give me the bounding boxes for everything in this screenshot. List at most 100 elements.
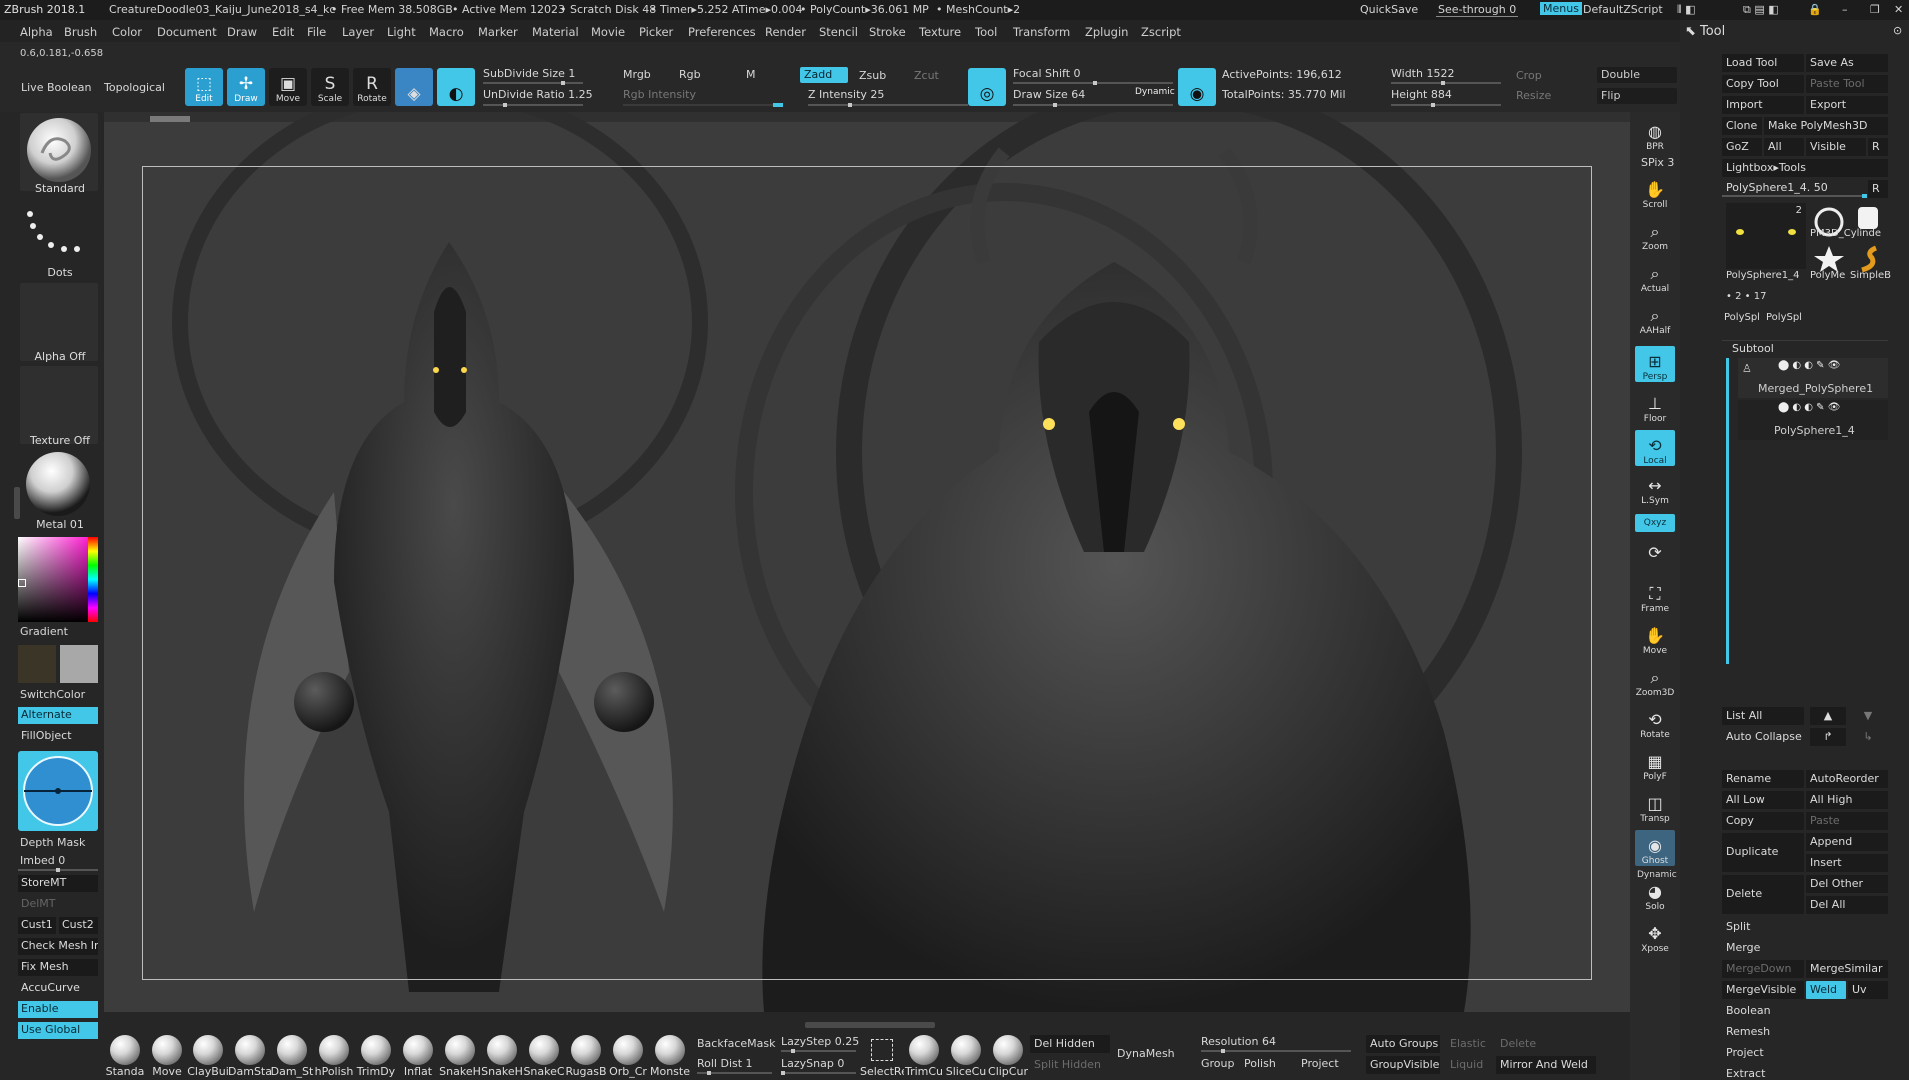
- menu-movie[interactable]: Movie: [591, 25, 625, 39]
- lightbox-button[interactable]: ◉: [1178, 68, 1216, 106]
- auto-groups-button[interactable]: Auto Groups: [1366, 1035, 1440, 1053]
- viewport-canvas[interactable]: [104, 112, 1630, 1012]
- imbed-slider[interactable]: Imbed 0: [20, 854, 65, 867]
- liquid-button[interactable]: Liquid: [1446, 1056, 1492, 1074]
- tool-trimcurve[interactable]: TrimCu: [904, 1035, 944, 1078]
- resolution-slider[interactable]: Resolution 64: [1201, 1035, 1276, 1048]
- roll-dist-slider[interactable]: Roll Dist 1: [697, 1057, 753, 1070]
- draw-size[interactable]: Draw Size 64: [1013, 88, 1085, 101]
- zadd-button[interactable]: Zadd: [800, 67, 848, 83]
- zsub-button[interactable]: Zsub: [859, 69, 886, 82]
- zoom-button[interactable]: ⌕ Zoom: [1635, 216, 1675, 252]
- color-cursor[interactable]: [18, 579, 26, 587]
- subtool-scrollbar[interactable]: [1726, 358, 1729, 664]
- move-view-button[interactable]: ✋ Move: [1635, 620, 1675, 656]
- menu-document[interactable]: Document: [157, 25, 217, 39]
- store-mt-button[interactable]: StoreMT: [18, 875, 98, 892]
- brush-thumb[interactable]: [20, 113, 98, 191]
- menu-alpha[interactable]: Alpha: [20, 25, 53, 39]
- sculptris-button[interactable]: ◈: [395, 68, 433, 106]
- topological-button[interactable]: Topological: [104, 81, 165, 94]
- delete-group-button[interactable]: Delete: [1496, 1035, 1572, 1053]
- height-slider[interactable]: [1391, 103, 1501, 107]
- project-section[interactable]: Project: [1722, 1044, 1888, 1062]
- auto-collapse-button[interactable]: Auto Collapse: [1722, 728, 1804, 746]
- clone-button[interactable]: Clone: [1722, 117, 1762, 135]
- remesh-section[interactable]: Remesh: [1722, 1023, 1888, 1041]
- focal-shift-slider[interactable]: [1013, 81, 1173, 85]
- goz-button[interactable]: GoZ: [1722, 138, 1762, 156]
- menu-picker[interactable]: Picker: [639, 25, 673, 39]
- tool-selectrect[interactable]: SelectRe: [860, 1035, 904, 1078]
- doc-width[interactable]: Width 1522: [1391, 67, 1454, 80]
- group-toggle[interactable]: Group: [1201, 1057, 1235, 1070]
- resolution-track[interactable]: [1201, 1049, 1351, 1053]
- menu-transform[interactable]: Transform: [1013, 25, 1070, 39]
- lazysnap-track[interactable]: [781, 1071, 856, 1075]
- current-tool-slider[interactable]: PolySphere1_4. 50: [1726, 181, 1828, 194]
- lazystep-slider[interactable]: LazyStep 0.25: [781, 1035, 859, 1048]
- draw-size-slider[interactable]: [1013, 103, 1173, 107]
- brush-snakecurve[interactable]: SnakeC: [523, 1035, 565, 1078]
- subtool-toggle-icons[interactable]: ⬤ ◐ ◐ ✎ 👁: [1778, 360, 1840, 371]
- zcut-button[interactable]: Zcut: [914, 69, 939, 82]
- persp-button[interactable]: ⊞ Persp: [1635, 346, 1675, 382]
- crop-button[interactable]: Crop: [1516, 69, 1542, 82]
- merge-down-button[interactable]: MergeDown: [1722, 960, 1804, 978]
- brush-move[interactable]: Move: [147, 1035, 187, 1078]
- focal-toggle-button[interactable]: ◎: [968, 68, 1006, 106]
- resize-button[interactable]: Resize: [1516, 89, 1551, 102]
- tool-pin-icon[interactable]: ⬉: [1685, 24, 1696, 39]
- check-mesh-button[interactable]: Check Mesh In: [18, 938, 98, 955]
- zoom3d-button[interactable]: ⌕ Zoom3D: [1635, 662, 1675, 698]
- mirror-weld-button[interactable]: Mirror And Weld: [1496, 1056, 1596, 1074]
- tool-clipcurve[interactable]: ClipCur: [988, 1035, 1028, 1078]
- lightbox-tools-button[interactable]: Lightbox▸Tools: [1722, 159, 1888, 177]
- subtool-row-2[interactable]: ⬤ ◐ ◐ ✎ 👁 PolySphere1_4: [1738, 400, 1888, 440]
- make-polymesh-button[interactable]: Make PolyMesh3D: [1764, 117, 1888, 135]
- texture-thumb[interactable]: [20, 366, 98, 444]
- brush-damstandard[interactable]: DamSta: [228, 1035, 272, 1078]
- rgb-button[interactable]: Rgb: [679, 68, 701, 81]
- brush-rugas[interactable]: RugasB: [565, 1035, 607, 1078]
- default-zscript-button[interactable]: DefaultZScript: [1583, 3, 1663, 16]
- boolean-section[interactable]: Boolean: [1722, 1002, 1888, 1020]
- imbed-track[interactable]: [18, 868, 98, 872]
- bpr-button[interactable]: ◍ BPR: [1635, 116, 1675, 152]
- lock-icon[interactable]: 🔒: [1808, 3, 1822, 16]
- menu-layer[interactable]: Layer: [342, 25, 374, 39]
- live-boolean-button[interactable]: Live Boolean: [21, 81, 92, 94]
- menu-material[interactable]: Material: [532, 25, 579, 39]
- local-button[interactable]: ⟲ Local: [1635, 430, 1675, 466]
- copy-subtool-button[interactable]: Copy: [1722, 812, 1804, 830]
- doc-height[interactable]: Height 884: [1391, 88, 1452, 101]
- split-hidden-button[interactable]: Split Hidden: [1030, 1056, 1110, 1074]
- dynamic-subdiv-button[interactable]: ◐: [437, 68, 475, 106]
- merge-visible-button[interactable]: MergeVisible: [1722, 981, 1804, 999]
- material-thumb[interactable]: [20, 450, 98, 528]
- maximize-icon[interactable]: ❐: [1870, 3, 1880, 16]
- brush-standard[interactable]: Standa: [105, 1035, 145, 1078]
- menu-tool[interactable]: Tool: [975, 25, 997, 39]
- layout-icon[interactable]: ⫴ ◧: [1677, 3, 1696, 17]
- focal-shift[interactable]: Focal Shift 0: [1013, 67, 1081, 80]
- edit-button[interactable]: ⬚ Edit: [185, 68, 223, 106]
- insert-button[interactable]: Insert: [1806, 854, 1888, 872]
- move-button[interactable]: ▣ Move: [269, 68, 307, 106]
- frame-button[interactable]: ⛶ Frame: [1635, 578, 1675, 614]
- current-tool-track[interactable]: [1722, 194, 1867, 198]
- menu-brush[interactable]: Brush: [64, 25, 97, 39]
- dynamic-toggle[interactable]: Dynamic: [1135, 87, 1175, 97]
- auto-reorder-button[interactable]: AutoReorder: [1806, 770, 1888, 788]
- bottom-tray-handle[interactable]: [805, 1022, 935, 1028]
- scroll-button[interactable]: ✋ Scroll: [1635, 174, 1675, 210]
- subtool-header[interactable]: Subtool: [1732, 342, 1774, 355]
- append-button[interactable]: Append: [1806, 833, 1888, 851]
- tool-palette-header[interactable]: Tool: [1700, 24, 1725, 39]
- list-all-button[interactable]: List All: [1722, 707, 1804, 725]
- duplicate-button[interactable]: Duplicate: [1722, 833, 1804, 872]
- all-high-button[interactable]: All High: [1806, 791, 1888, 809]
- use-global-toggle[interactable]: Use Global: [18, 1022, 98, 1039]
- small-thumb-row[interactable]: • 2 • 17: [1726, 291, 1766, 302]
- brush-claybuildup[interactable]: ClayBui: [187, 1035, 229, 1078]
